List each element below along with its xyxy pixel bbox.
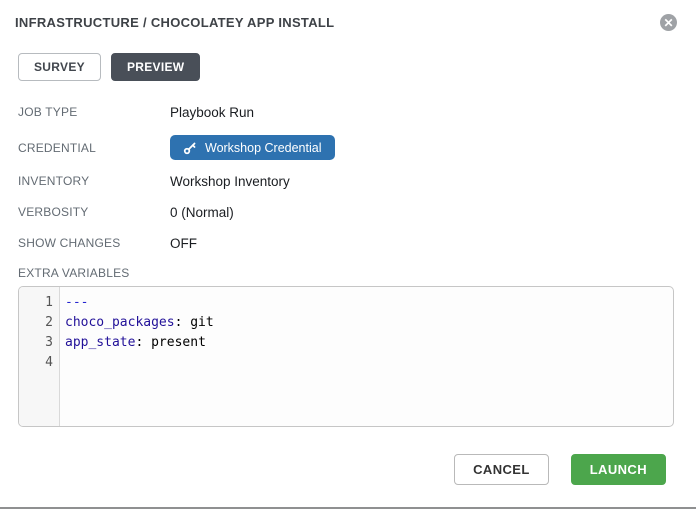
inventory-label: INVENTORY — [18, 174, 170, 188]
credential-tag-label: Workshop Credential — [205, 141, 322, 155]
credential-tag[interactable]: Workshop Credential — [170, 135, 335, 160]
credential-label: CREDENTIAL — [18, 141, 170, 155]
detail-row-credential: CREDENTIAL Workshop Credential — [18, 135, 681, 160]
editor-code-area[interactable]: ---choco_packages: gitapp_state: present — [60, 287, 673, 426]
line-number: 3 — [19, 333, 59, 353]
page-edge-divider — [0, 507, 696, 509]
job-launch-preview-modal: INFRASTRUCTURE / CHOCOLATEY APP INSTALL … — [0, 0, 696, 485]
job-type-value: Playbook Run — [170, 105, 254, 120]
launch-button[interactable]: LAUNCH — [571, 454, 666, 485]
line-number: 2 — [19, 313, 59, 333]
detail-row-inventory: INVENTORY Workshop Inventory — [18, 173, 681, 189]
key-icon — [183, 141, 197, 155]
close-icon[interactable]: ✕ — [660, 14, 677, 31]
code-line: choco_packages: git — [65, 313, 673, 333]
modal-footer: CANCEL LAUNCH — [15, 454, 681, 485]
extra-variables-editor[interactable]: 1 2 3 4 ---choco_packages: gitapp_state:… — [18, 286, 674, 427]
code-line — [65, 353, 673, 373]
code-line: --- — [65, 293, 673, 313]
editor-line-numbers: 1 2 3 4 — [19, 287, 60, 426]
modal-title: INFRASTRUCTURE / CHOCOLATEY APP INSTALL — [15, 14, 334, 31]
line-number: 1 — [19, 293, 59, 313]
detail-row-show-changes: SHOW CHANGES OFF — [18, 235, 681, 251]
show-changes-value: OFF — [170, 236, 197, 251]
tab-bar: SURVEY PREVIEW — [18, 53, 681, 81]
show-changes-label: SHOW CHANGES — [18, 236, 170, 250]
job-type-label: JOB TYPE — [18, 105, 170, 119]
extra-variables-label: EXTRA VARIABLES — [18, 266, 681, 280]
code-line: app_state: present — [65, 333, 673, 353]
modal-header: INFRASTRUCTURE / CHOCOLATEY APP INSTALL … — [15, 14, 681, 31]
tab-survey[interactable]: SURVEY — [18, 53, 101, 81]
verbosity-value: 0 (Normal) — [170, 205, 234, 220]
job-details: JOB TYPE Playbook Run CREDENTIAL Worksho… — [18, 104, 681, 251]
detail-row-verbosity: VERBOSITY 0 (Normal) — [18, 204, 681, 220]
inventory-value: Workshop Inventory — [170, 174, 290, 189]
tab-preview[interactable]: PREVIEW — [111, 53, 200, 81]
line-number: 4 — [19, 353, 59, 373]
detail-row-job-type: JOB TYPE Playbook Run — [18, 104, 681, 120]
cancel-button[interactable]: CANCEL — [454, 454, 549, 485]
verbosity-label: VERBOSITY — [18, 205, 170, 219]
